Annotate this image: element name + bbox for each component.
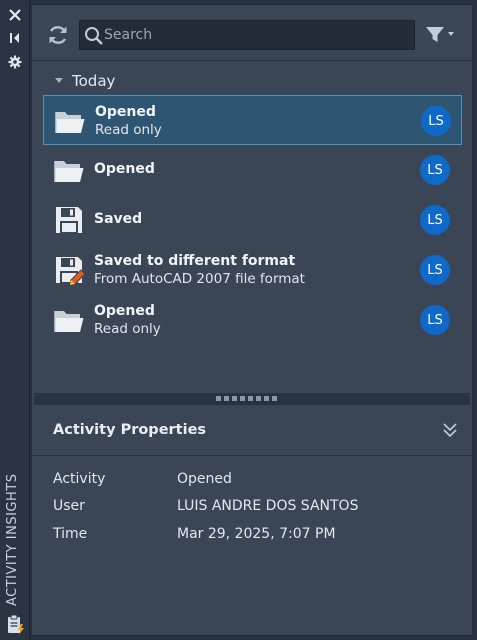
activity-insights-panel: Today Opened Read only LS [31, 4, 473, 636]
property-row-user: User LUIS ANDRE DOS SANTOS [53, 493, 453, 521]
floppy-disk-icon [53, 204, 85, 236]
user-avatar: LS [420, 255, 450, 285]
refresh-icon[interactable] [46, 23, 70, 47]
activity-title: Opened [94, 303, 155, 319]
activity-subtitle: From AutoCAD 2007 file format [94, 271, 305, 287]
activity-item[interactable]: Opened LS [43, 145, 462, 195]
property-value: Opened [177, 470, 232, 487]
activity-subtitle: Read only [94, 321, 161, 337]
activity-subtitle: Read only [95, 122, 162, 138]
folder-open-icon [54, 105, 86, 137]
close-icon[interactable] [5, 5, 25, 25]
user-avatar: LS [421, 106, 451, 136]
property-value: Mar 29, 2025, 7:07 PM [177, 525, 336, 542]
property-key: Activity [53, 470, 106, 487]
activity-item[interactable]: Opened Read only LS [43, 295, 462, 345]
activity-item[interactable]: Saved LS [43, 195, 462, 245]
toolbar [32, 5, 472, 61]
search-box [79, 20, 415, 50]
property-row-time: Time Mar 29, 2025, 7:07 PM [53, 520, 453, 548]
folder-open-icon [53, 304, 85, 336]
properties-table: Activity Opened User LUIS ANDRE DOS SANT… [53, 465, 453, 548]
panel-splitter[interactable] [34, 393, 470, 405]
properties-header: Activity Properties [32, 405, 472, 456]
activity-title: Saved [94, 211, 143, 227]
search-input[interactable] [104, 21, 404, 49]
collapse-panel-icon[interactable] [5, 28, 25, 48]
user-avatar: LS [420, 305, 450, 335]
activity-item[interactable]: Saved to different format From AutoCAD 2… [43, 245, 462, 295]
palette-title: ACTIVITY INSIGHTS [5, 473, 20, 606]
palette-title-strip: ACTIVITY INSIGHTS [0, 0, 30, 640]
activity-item[interactable]: Opened Read only LS [43, 95, 462, 145]
chevron-down-icon [448, 32, 454, 36]
filter-dropdown-button[interactable] [424, 25, 458, 47]
search-icon [84, 26, 104, 46]
clipboard-lightning-icon [6, 614, 26, 636]
properties-title: Activity Properties [53, 422, 207, 438]
user-avatar: LS [420, 155, 450, 185]
activity-title: Saved to different format [94, 253, 296, 269]
property-key: Time [53, 525, 88, 542]
group-header-today[interactable]: Today [54, 71, 115, 91]
group-label: Today [72, 72, 116, 90]
property-row-activity: Activity Opened [53, 465, 453, 493]
folder-open-icon [53, 154, 85, 186]
activity-title: Opened [95, 104, 156, 120]
splitter-grip [216, 396, 277, 401]
floppy-disk-edit-icon [53, 254, 86, 286]
caret-down-icon [55, 78, 63, 83]
double-chevron-down-icon[interactable] [440, 420, 460, 440]
property-key: User [53, 498, 85, 515]
user-avatar: LS [420, 205, 450, 235]
gear-icon[interactable] [5, 52, 25, 72]
filter-icon [426, 27, 444, 42]
property-value: LUIS ANDRE DOS SANTOS [177, 498, 359, 515]
activity-title: Opened [94, 161, 155, 177]
